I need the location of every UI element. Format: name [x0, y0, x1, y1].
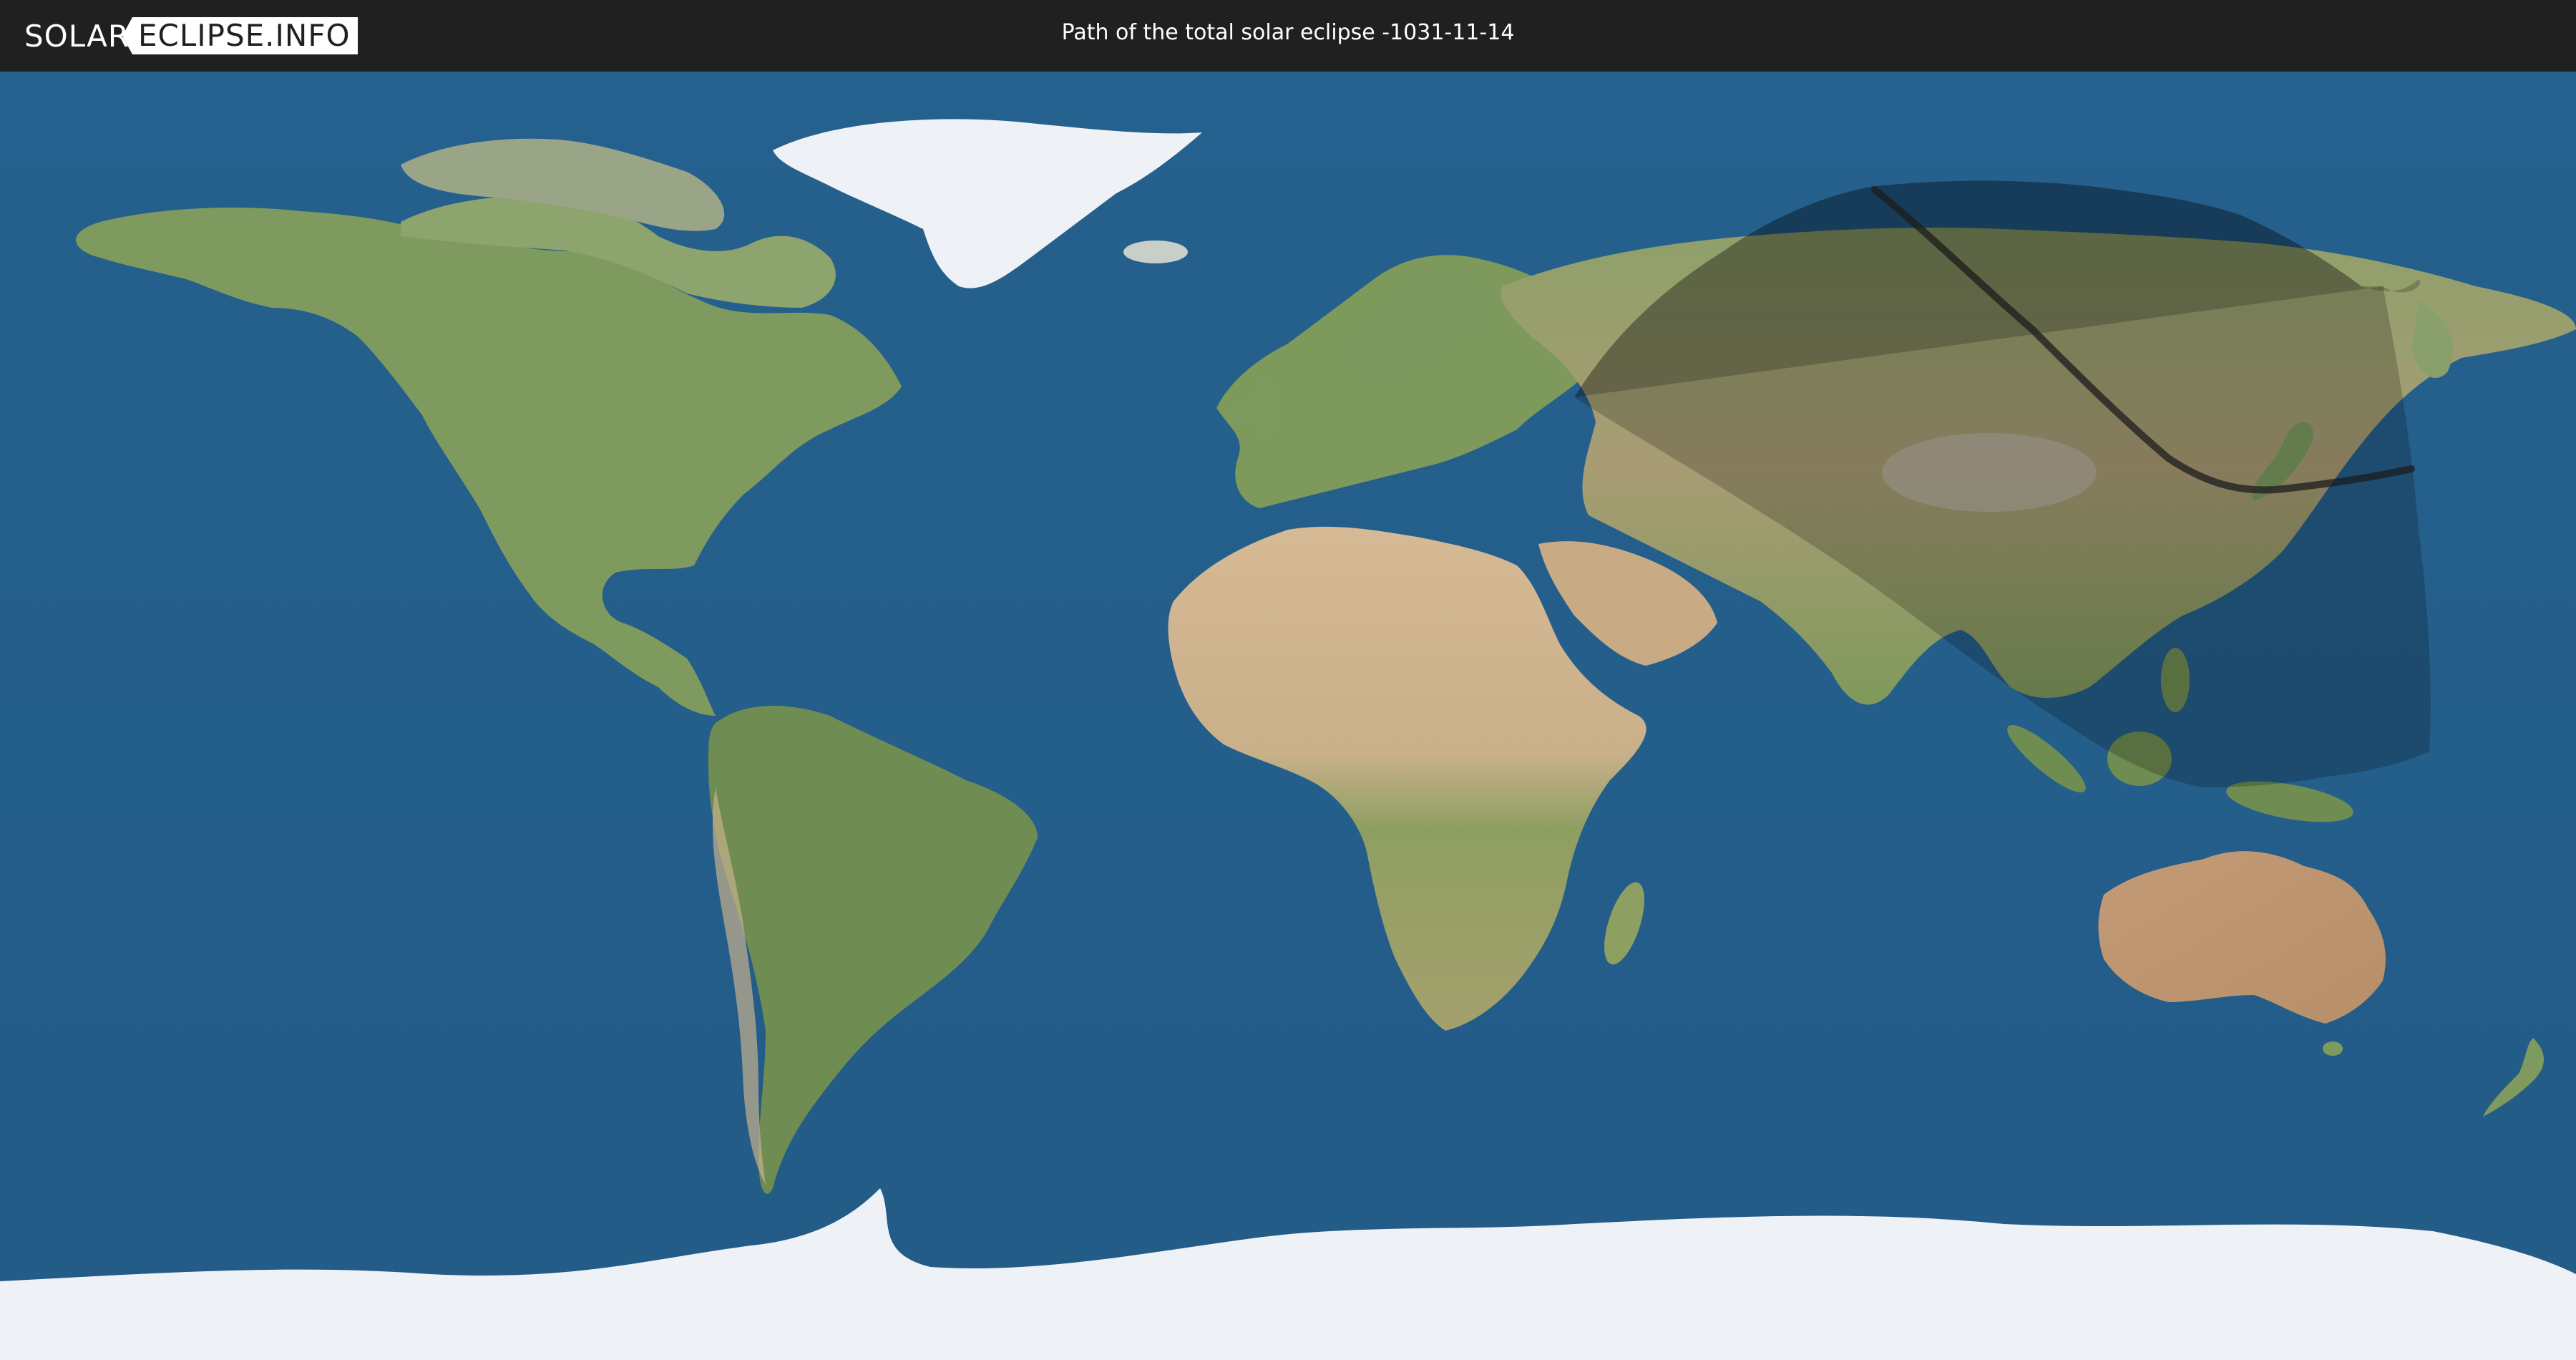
world-map — [0, 72, 2576, 1360]
ireland — [1228, 397, 1248, 426]
tasmania — [2323, 1041, 2343, 1056]
page-title: Path of the total solar eclipse -1031-11… — [1061, 20, 1515, 45]
iceland — [1123, 241, 1188, 263]
header-bar: SOLAR ECLIPSE.INFO Path of the total sol… — [0, 0, 2576, 72]
great-britain — [1251, 378, 1282, 438]
